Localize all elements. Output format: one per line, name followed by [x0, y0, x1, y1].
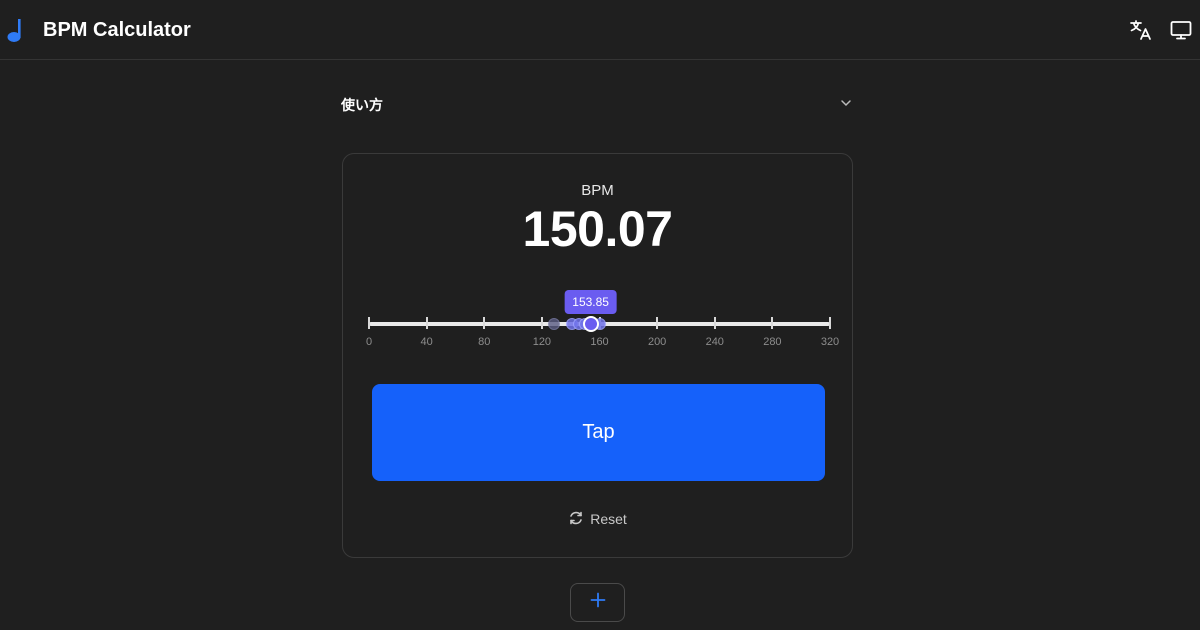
slider-tick: [483, 317, 486, 329]
slider-handle[interactable]: [582, 316, 599, 332]
bpm-label: BPM: [581, 182, 614, 199]
tap-button[interactable]: Tap: [372, 384, 825, 481]
reset-button[interactable]: Reset: [343, 508, 852, 530]
display-icon[interactable]: [1169, 18, 1193, 47]
bpm-slider[interactable]: 153.85 0 40 80 120 160 200 240 280 320: [343, 279, 854, 359]
slider-tick: [656, 317, 659, 329]
slider-tick-label: 0: [365, 336, 373, 348]
howto-label: 使い方: [341, 97, 383, 113]
app-header: BPM Calculator: [0, 0, 1200, 60]
app-title: BPM Calculator: [43, 19, 191, 41]
slider-tick: [771, 317, 774, 329]
slider-value-tooltip: 153.85: [564, 290, 617, 314]
slider-tick-label: 240: [705, 336, 724, 348]
slider-tick: [713, 317, 716, 329]
music-note-icon: [7, 17, 25, 48]
slider-tick-label: 200: [647, 336, 667, 348]
reset-label: Reset: [590, 511, 627, 527]
slider-tick: [829, 317, 831, 329]
tap-marker: [547, 318, 560, 330]
refresh-icon: [568, 510, 584, 529]
add-button[interactable]: [570, 583, 625, 622]
slider-tick: [540, 317, 543, 329]
tap-button-label: Tap: [582, 421, 615, 443]
chevron-down-icon: [840, 96, 852, 114]
howto-accordion[interactable]: 使い方: [341, 86, 855, 120]
slider-tick: [425, 317, 428, 329]
slider-tick-label: 120: [532, 336, 552, 348]
plus-icon: [590, 592, 606, 613]
slider-tick-label: 80: [478, 336, 491, 348]
slider-tick-label: 320: [820, 336, 840, 348]
slider-tick: [368, 317, 370, 329]
slider-tick-label: 40: [420, 336, 433, 348]
bpm-value: 150.07: [522, 201, 673, 257]
bpm-card: BPM 150.07 153.85 0 40 80 120 160 200 240 280 32…: [342, 153, 853, 558]
translate-icon[interactable]: [1129, 18, 1153, 47]
slider-tick-label: 160: [590, 336, 609, 348]
slider-tick-label: 280: [763, 336, 782, 348]
